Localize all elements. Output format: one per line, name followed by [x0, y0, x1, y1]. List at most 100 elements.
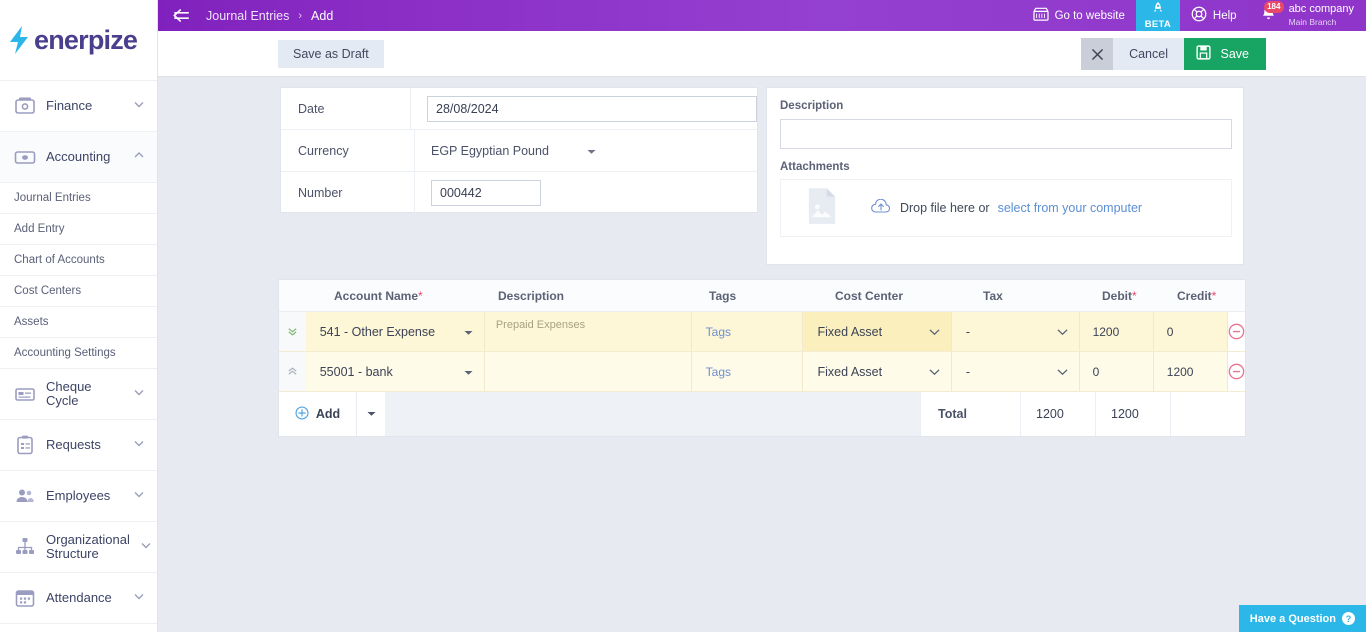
lifebuoy-icon	[1191, 6, 1207, 25]
collapse-sidebar-button[interactable]	[158, 9, 206, 22]
save-as-draft-button[interactable]: Save as Draft	[278, 40, 384, 68]
date-input[interactable]	[427, 95, 757, 122]
credit-value[interactable]: 1200	[1154, 365, 1194, 379]
sidebar-item-payroll[interactable]: Payroll	[0, 623, 157, 632]
chevron-up-icon	[133, 148, 145, 166]
cash-box-icon	[14, 95, 36, 117]
form-row-number: Number	[281, 172, 757, 214]
totals-group: Total 1200 1200	[920, 392, 1245, 436]
breadcrumb-separator: ›	[298, 9, 303, 22]
cost-center-select[interactable]: Fixed Asset	[803, 352, 950, 391]
chevron-down-icon	[1057, 323, 1068, 341]
cheque-icon	[14, 383, 36, 405]
double-chevron-down-icon	[288, 328, 297, 336]
attachments-label: Attachments	[780, 161, 850, 173]
tags-link[interactable]: Tags	[692, 365, 731, 379]
account-select[interactable]: 55001 - bank	[306, 352, 484, 391]
currency-value: EGP Egyptian Pound	[431, 143, 549, 158]
account-select[interactable]: 541 - Other Expense	[306, 312, 484, 351]
account-branch: Main Branch	[1288, 16, 1337, 27]
debit-value[interactable]: 0	[1080, 365, 1100, 379]
cancel-label: Cancel	[1113, 38, 1184, 70]
notifications-button[interactable]: 184	[1248, 0, 1287, 31]
sidebar-item-cost-centers[interactable]: Cost Centers	[0, 275, 157, 306]
sidebar-item-cheque-cycle[interactable]: Cheque Cycle	[0, 368, 157, 419]
lightning-bolt-icon	[8, 25, 30, 55]
chevron-down-icon	[133, 436, 145, 454]
sidebar-item-requests[interactable]: Requests	[0, 419, 157, 470]
credit-value[interactable]: 0	[1154, 325, 1174, 339]
attachments-dropzone[interactable]: Drop file here or select from your compu…	[780, 179, 1232, 237]
chat-label: Have a Question	[1249, 612, 1336, 625]
account-menu[interactable]: abc company Main Branch	[1287, 0, 1366, 31]
topbar-actions: Go to website BETA Help 184 abc company …	[1022, 0, 1366, 31]
sidebar-item-assets[interactable]: Assets	[0, 306, 157, 337]
description-label: Description	[780, 100, 844, 112]
number-label: Number	[281, 172, 415, 214]
header-credit: Credit	[1177, 288, 1212, 303]
floppy-disk-icon	[1195, 45, 1211, 63]
breadcrumb-parent[interactable]: Journal Entries	[206, 9, 289, 23]
org-chart-icon	[14, 536, 36, 558]
caret-down-icon	[464, 363, 473, 381]
main-content: Date Currency EGP Egyptian Pound Number	[158, 77, 1366, 632]
debit-value[interactable]: 1200	[1080, 325, 1120, 339]
dropzone-text: Drop file here or select from your compu…	[781, 198, 1231, 217]
row-move-up-handle[interactable]	[279, 352, 306, 391]
header-tax: Tax	[983, 288, 1003, 303]
sidebar-item-add-entry[interactable]: Add Entry	[0, 213, 157, 244]
sidebar: enerpize Finance Accounting Journal Entr…	[0, 0, 158, 632]
description-input[interactable]	[780, 119, 1232, 149]
sidebar-item-journal-entries[interactable]: Journal Entries	[0, 182, 157, 213]
sidebar-item-accounting-settings[interactable]: Accounting Settings	[0, 337, 157, 368]
sidebar-item-finance[interactable]: Finance	[0, 80, 157, 131]
double-chevron-up-icon	[288, 367, 297, 375]
delete-row-button[interactable]	[1228, 352, 1245, 391]
caret-down-icon	[587, 142, 596, 160]
notification-count-badge: 184	[1263, 1, 1284, 13]
sidebar-item-employees[interactable]: Employees	[0, 470, 157, 521]
save-button[interactable]: Save	[1183, 38, 1266, 70]
sidebar-item-accounting[interactable]: Accounting	[0, 131, 157, 182]
brand-logo[interactable]: enerpize	[0, 0, 157, 80]
add-options-dropdown[interactable]	[357, 392, 385, 436]
select-file-link[interactable]: select from your computer	[998, 201, 1143, 215]
tags-link[interactable]: Tags	[692, 325, 731, 339]
line-description-placeholder[interactable]: Prepaid Expenses	[485, 319, 585, 331]
help-button[interactable]: Help	[1180, 0, 1248, 31]
form-row-currency: Currency EGP Egyptian Pound	[281, 130, 757, 172]
money-bill-icon	[14, 146, 36, 168]
account-name: abc company	[1288, 3, 1354, 16]
caret-down-icon	[464, 323, 473, 341]
chevron-down-icon	[133, 385, 145, 403]
arrow-left-icon	[173, 9, 189, 22]
currency-select[interactable]: EGP Egyptian Pound	[431, 142, 596, 160]
cancel-button[interactable]: Cancel	[1081, 38, 1184, 70]
sidebar-item-chart-of-accounts[interactable]: Chart of Accounts	[0, 244, 157, 275]
sidebar-item-attendance[interactable]: Attendance	[0, 572, 157, 623]
drop-file-text: Drop file here or	[899, 201, 990, 215]
number-input[interactable]	[431, 180, 541, 206]
header-description: Description	[498, 288, 565, 303]
sidebar-item-organizational-structure[interactable]: Organizational Structure	[0, 521, 157, 572]
add-label: Add	[315, 407, 341, 421]
account-value: 541 - Other Expense	[319, 324, 436, 339]
cost-center-value: Fixed Asset	[817, 324, 883, 339]
have-a-question-button[interactable]: Have a Question ?	[1238, 605, 1366, 632]
cost-center-select[interactable]: Fixed Asset	[803, 312, 950, 351]
currency-label: Currency	[281, 130, 415, 171]
chevron-down-icon	[133, 97, 145, 115]
sidebar-label-finance: Finance	[46, 97, 93, 113]
row-move-down-handle[interactable]	[279, 312, 306, 351]
tax-select[interactable]: -	[952, 352, 1079, 391]
add-line-button[interactable]: Add	[279, 392, 357, 436]
save-label: Save	[1220, 47, 1250, 61]
delete-row-button[interactable]	[1228, 312, 1245, 351]
chevron-down-icon	[133, 589, 145, 607]
tax-select[interactable]: -	[952, 312, 1079, 351]
total-label: Total	[920, 392, 1020, 436]
go-to-website-button[interactable]: Go to website	[1022, 0, 1136, 31]
beta-badge[interactable]: BETA	[1135, 0, 1180, 31]
table-row: 55001 - bank Tags Fixed Asset - 0 1200	[279, 352, 1245, 392]
header-cost-center: Cost Center	[835, 288, 904, 303]
